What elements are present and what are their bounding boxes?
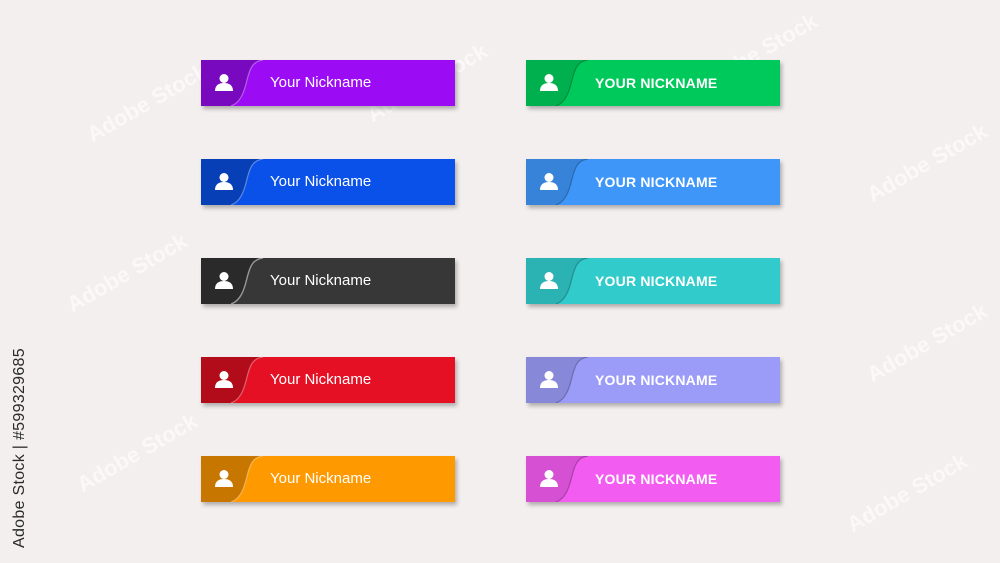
nickname-label: YOUR NICKNAME [595, 372, 718, 388]
nickname-label: Your Nickname [270, 74, 372, 91]
user-icon [540, 173, 558, 190]
nickname-tag[interactable]: YOUR NICKNAME [526, 159, 780, 205]
nickname-label: YOUR NICKNAME [595, 75, 718, 91]
nickname-label: Your Nickname [270, 173, 372, 190]
nickname-tag[interactable]: YOUR NICKNAME [526, 456, 780, 502]
nickname-label: YOUR NICKNAME [595, 273, 718, 289]
nickname-label: Your Nickname [270, 470, 372, 487]
watermark: Adobe Stock [842, 448, 972, 538]
nickname-label: Your Nickname [270, 272, 372, 289]
nickname-tag[interactable]: YOUR NICKNAME [526, 258, 780, 304]
user-icon [215, 371, 233, 388]
watermark: Adobe Stock [862, 298, 992, 388]
nickname-tag[interactable]: Your Nickname [201, 357, 455, 403]
watermark: Adobe Stock [62, 228, 192, 318]
watermark: Adobe Stock [862, 118, 992, 208]
nickname-tag[interactable]: Your Nickname [201, 456, 455, 502]
user-icon [540, 470, 558, 487]
user-icon [215, 74, 233, 91]
right-column: YOUR NICKNAME YOUR NICKNAME YOUR NICKNAM… [526, 60, 780, 502]
user-icon [540, 371, 558, 388]
nickname-label: YOUR NICKNAME [595, 471, 718, 487]
user-icon [215, 173, 233, 190]
nickname-tag[interactable]: Your Nickname [201, 159, 455, 205]
user-icon [215, 272, 233, 289]
nickname-tag[interactable]: YOUR NICKNAME [526, 357, 780, 403]
nickname-tag[interactable]: YOUR NICKNAME [526, 60, 780, 106]
nickname-tag[interactable]: Your Nickname [201, 60, 455, 106]
nickname-label: YOUR NICKNAME [595, 174, 718, 190]
stock-caption: Adobe Stock | #599329685 [11, 348, 28, 548]
nickname-tag[interactable]: Your Nickname [201, 258, 455, 304]
user-icon [215, 470, 233, 487]
nickname-label: Your Nickname [270, 371, 372, 388]
left-column: Your Nickname Your Nickname Your Nicknam… [201, 60, 455, 502]
user-icon [540, 272, 558, 289]
user-icon [540, 74, 558, 91]
watermark: Adobe Stock [72, 408, 202, 498]
watermark: Adobe Stock [82, 58, 212, 148]
